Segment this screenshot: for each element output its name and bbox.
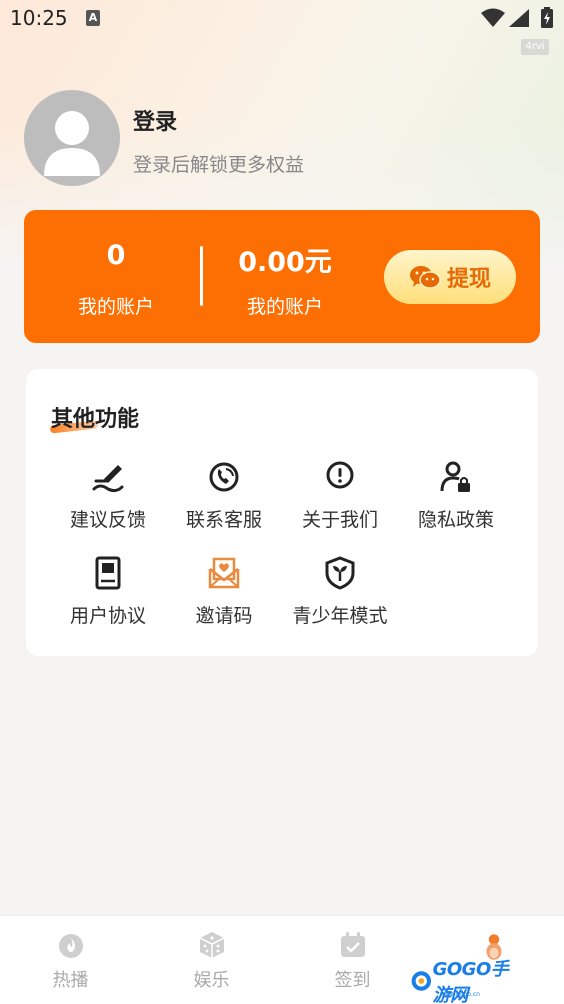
feature-teen-mode[interactable]: 青少年模式 bbox=[282, 555, 398, 635]
play-flame-icon bbox=[59, 934, 83, 958]
wifi-icon bbox=[481, 8, 505, 27]
feature-label: 联系客服 bbox=[185, 509, 262, 531]
nav-tab-hot[interactable]: 热播 bbox=[0, 916, 141, 1004]
stat-value: 0.00元 bbox=[238, 247, 332, 278]
feature-user-agreement[interactable]: 用户协议 bbox=[50, 555, 166, 635]
feature-invite-code[interactable]: 邀请码 bbox=[166, 555, 282, 635]
dice-icon bbox=[199, 932, 225, 958]
phone-service-icon bbox=[209, 462, 239, 492]
stat-divider bbox=[200, 246, 203, 306]
feature-contact-service[interactable]: 联系客服 bbox=[166, 459, 282, 539]
nav-label: 签到 bbox=[334, 970, 371, 991]
avatar[interactable] bbox=[24, 90, 120, 186]
teen-shield-icon bbox=[325, 556, 355, 590]
wallet-card: 0 我的账户 0.00元 我的账户 提现 bbox=[24, 210, 540, 343]
info-exclamation-icon bbox=[326, 461, 354, 489]
feature-feedback[interactable]: 建议反馈 bbox=[50, 459, 166, 539]
feature-label: 隐私政策 bbox=[417, 509, 494, 531]
stat-value: 0 bbox=[106, 240, 126, 271]
battery-icon bbox=[541, 7, 553, 28]
feature-privacy-policy[interactable]: 隐私政策 bbox=[398, 459, 514, 539]
stat-label: 我的账户 bbox=[246, 296, 323, 318]
withdraw-button[interactable]: 提现 bbox=[384, 250, 516, 304]
gogo-watermark: GOGO手游网 www.gogo.cn bbox=[410, 959, 522, 1004]
nav-label: 热播 bbox=[52, 970, 89, 991]
wechat-icon bbox=[409, 266, 441, 289]
nav-tab-entertainment[interactable]: 娱乐 bbox=[141, 916, 282, 1004]
feature-label: 关于我们 bbox=[301, 509, 378, 531]
agreement-book-icon bbox=[95, 556, 121, 590]
status-time: 10:25 bbox=[10, 6, 68, 30]
feature-label: 建议反馈 bbox=[69, 509, 146, 531]
debug-tag: 4rvi bbox=[521, 39, 549, 55]
feedback-pen-icon bbox=[92, 465, 124, 493]
watermark-url: www.gogo.cn bbox=[440, 991, 480, 998]
signal-icon bbox=[509, 9, 529, 27]
withdraw-label: 提现 bbox=[446, 267, 491, 292]
accessibility-icon: A bbox=[86, 10, 100, 26]
user-lock-icon bbox=[440, 461, 470, 492]
other-features-card: 其他功能 建议反馈 联系客服 关于我们 隐私政策 用户协议 邀请码 青少年模式 bbox=[26, 369, 538, 656]
feature-about-us[interactable]: 关于我们 bbox=[282, 459, 398, 539]
calendar-check-icon bbox=[341, 932, 365, 957]
nav-label: 娱乐 bbox=[193, 970, 230, 991]
feature-label: 青少年模式 bbox=[292, 605, 388, 627]
invite-envelope-icon bbox=[208, 557, 240, 589]
login-title[interactable]: 登录 bbox=[133, 104, 177, 136]
status-bar: 10:25 A 4rvi bbox=[0, 0, 564, 55]
gogo-logo-icon bbox=[411, 971, 431, 991]
section-title: 其他功能 bbox=[51, 407, 140, 432]
default-user-icon bbox=[44, 111, 100, 176]
nav-tab-checkin[interactable]: 签到 bbox=[282, 916, 423, 1004]
feature-label: 邀请码 bbox=[195, 605, 253, 627]
feature-label: 用户协议 bbox=[69, 605, 146, 627]
stat-label: 我的账户 bbox=[77, 296, 154, 318]
login-subtitle: 登录后解锁更多权益 bbox=[133, 154, 305, 176]
